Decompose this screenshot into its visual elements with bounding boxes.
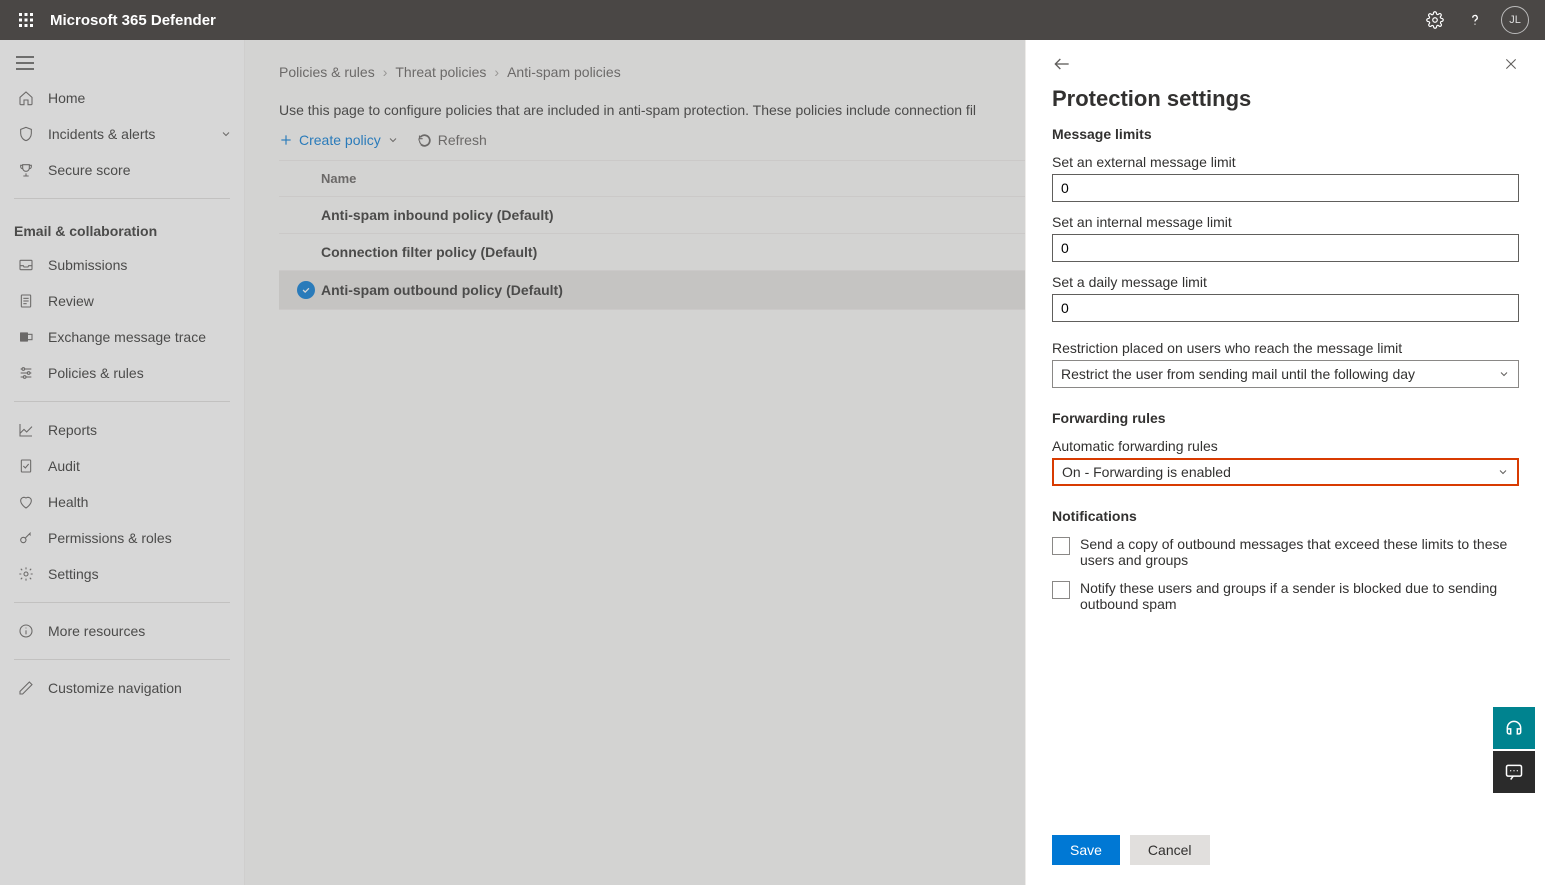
internal-limit-label: Set an internal message limit <box>1052 214 1519 230</box>
floating-actions <box>1493 707 1535 793</box>
close-button[interactable] <box>1503 56 1519 72</box>
restriction-value: Restrict the user from sending mail unti… <box>1061 366 1415 382</box>
notify-copy-label: Send a copy of outbound messages that ex… <box>1080 536 1519 568</box>
headset-support-button[interactable] <box>1493 707 1535 749</box>
forwarding-select[interactable]: On - Forwarding is enabled <box>1052 458 1519 486</box>
arrow-left-icon <box>1052 54 1072 74</box>
forwarding-rules-title: Forwarding rules <box>1052 410 1519 426</box>
notifications-title: Notifications <box>1052 508 1519 524</box>
back-button[interactable] <box>1052 54 1072 74</box>
headset-icon <box>1504 718 1524 738</box>
external-limit-label: Set an external message limit <box>1052 154 1519 170</box>
daily-limit-input[interactable] <box>1052 294 1519 322</box>
message-limits-title: Message limits <box>1052 126 1519 142</box>
daily-limit-label: Set a daily message limit <box>1052 274 1519 290</box>
feedback-button[interactable] <box>1493 751 1535 793</box>
feedback-icon <box>1504 762 1524 782</box>
panel-title: Protection settings <box>1052 86 1519 112</box>
notify-copy-checkbox[interactable] <box>1052 537 1070 555</box>
user-avatar[interactable]: JL <box>1495 0 1535 40</box>
app-header: Microsoft 365 Defender JL <box>0 0 1545 40</box>
protection-settings-panel: Protection settings Message limits Set a… <box>1025 40 1545 885</box>
forwarding-label: Automatic forwarding rules <box>1052 438 1519 454</box>
restriction-label: Restriction placed on users who reach th… <box>1052 340 1519 356</box>
settings-gear-icon[interactable] <box>1415 0 1455 40</box>
chevron-down-icon <box>1497 466 1509 478</box>
chevron-down-icon <box>1498 368 1510 380</box>
notify-blocked-label: Notify these users and groups if a sende… <box>1080 580 1519 612</box>
forwarding-value: On - Forwarding is enabled <box>1062 464 1231 480</box>
cancel-button[interactable]: Cancel <box>1130 835 1210 865</box>
app-launcher-icon[interactable] <box>10 12 42 28</box>
notify-blocked-checkbox[interactable] <box>1052 581 1070 599</box>
save-button[interactable]: Save <box>1052 835 1120 865</box>
avatar-initials: JL <box>1501 6 1529 34</box>
external-limit-input[interactable] <box>1052 174 1519 202</box>
close-icon <box>1503 56 1519 72</box>
restriction-select[interactable]: Restrict the user from sending mail unti… <box>1052 360 1519 388</box>
help-icon[interactable] <box>1455 0 1495 40</box>
internal-limit-input[interactable] <box>1052 234 1519 262</box>
app-title: Microsoft 365 Defender <box>50 12 216 29</box>
